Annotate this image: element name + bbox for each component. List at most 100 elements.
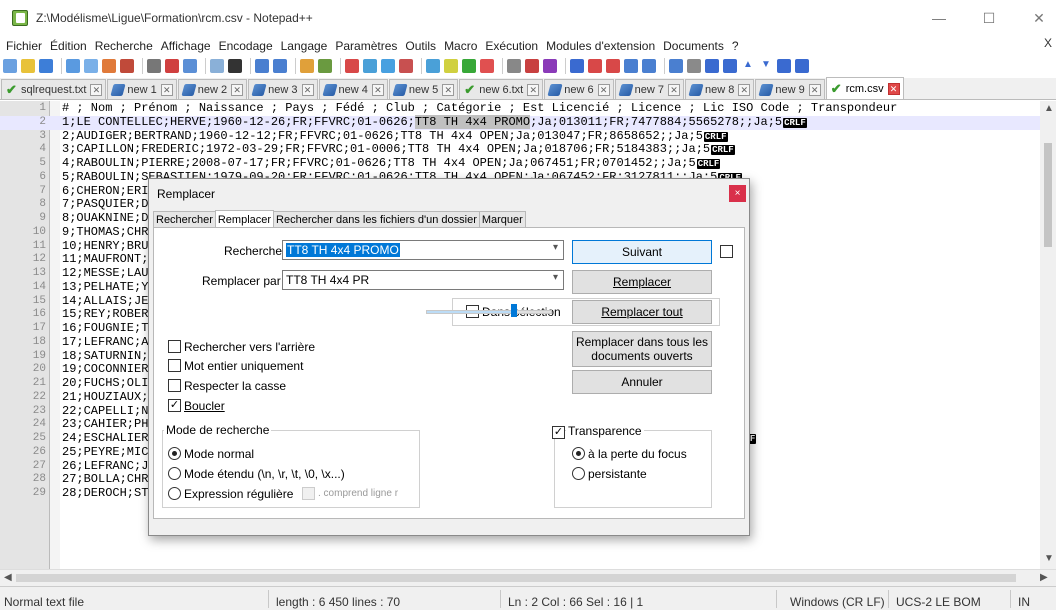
minimize-button[interactable]: — (916, 0, 962, 36)
tab-new-9[interactable]: new 9 ✕ (755, 79, 825, 99)
show-all-chars-icon[interactable] (399, 59, 413, 73)
dot-matches-newline-checkbox[interactable] (302, 487, 315, 500)
print-icon[interactable] (120, 59, 134, 73)
folder-workspace-icon[interactable] (507, 59, 521, 73)
tab-new-7[interactable]: new 7 ✕ (614, 79, 684, 99)
menu-[interactable]: ? (728, 39, 743, 53)
tab-new-5[interactable]: new 5 ✕ (388, 79, 459, 99)
menu-recherche[interactable]: Recherche (91, 39, 157, 53)
plugin-f-icon[interactable] (795, 59, 809, 73)
udl-icon[interactable] (444, 59, 458, 73)
close-window-button[interactable]: ✕ (1016, 0, 1056, 36)
undo-icon[interactable] (210, 59, 224, 73)
record-macro-icon[interactable] (543, 59, 557, 73)
find-icon[interactable] (255, 59, 269, 73)
dialog-tab-find[interactable]: Rechercher (153, 211, 216, 228)
menu-paramètres[interactable]: Paramètres (331, 39, 401, 53)
horizontal-scrollbar-thumb[interactable] (16, 574, 1016, 582)
tab-new-1[interactable]: new 1 ✕ (107, 79, 177, 99)
menu-langage[interactable]: Langage (277, 39, 332, 53)
dialog-tab-mark[interactable]: Marquer (478, 211, 526, 228)
tab-new-2[interactable]: new 2 ✕ (177, 79, 248, 99)
find-next-option-checkbox[interactable] (720, 245, 733, 258)
menu-édition[interactable]: Édition (46, 39, 91, 53)
zoom-out-icon[interactable] (318, 59, 332, 73)
cancel-button[interactable]: Annuler (572, 370, 712, 394)
status-encoding[interactable]: UCS-2 LE BOM (896, 595, 981, 609)
stop-macro-icon[interactable] (570, 59, 584, 73)
tab-close-icon[interactable]: ✕ (738, 83, 751, 96)
tab-close-icon[interactable]: ✕ (597, 83, 610, 96)
plugin-b-icon[interactable] (687, 59, 701, 73)
dialog-tab-replace[interactable]: Remplacer (214, 210, 275, 228)
dialog-close-button[interactable]: × (729, 185, 746, 202)
tab-rcm-csv[interactable]: ✔ rcm.csv ✕ (825, 77, 904, 99)
replace-button[interactable]: Remplacer (572, 270, 712, 294)
dialog-tab-find-in-files[interactable]: Rechercher dans les fichiers d'un dossie… (273, 211, 480, 228)
tab-close-icon[interactable]: ✕ (160, 83, 173, 96)
tab-close-icon[interactable]: ✕ (90, 83, 103, 96)
scroll-down-icon[interactable]: ▼ (1044, 553, 1054, 564)
tab-close-icon[interactable]: ✕ (301, 83, 314, 96)
horizontal-scrollbar[interactable]: ◀ ▶ (0, 569, 1056, 586)
down-arrow-icon[interactable]: ▼ (759, 59, 773, 73)
close-document-icon[interactable]: X (1044, 36, 1052, 50)
tab-close-icon[interactable]: ✕ (527, 83, 540, 96)
tab-close-icon[interactable]: ✕ (808, 83, 821, 96)
play-macro-icon[interactable] (588, 59, 602, 73)
tab-close-icon[interactable]: ✕ (667, 83, 680, 96)
indent-guide-icon[interactable] (426, 59, 440, 73)
replace-icon[interactable] (273, 59, 287, 73)
find-next-button[interactable]: Suivant (572, 240, 712, 264)
replace-combo[interactable]: TT8 TH 4x4 PR ▾ (282, 270, 564, 290)
plugin-d-icon[interactable] (723, 59, 737, 73)
paste-icon[interactable] (183, 59, 197, 73)
vertical-scrollbar[interactable]: ▲ ▼ (1040, 101, 1056, 569)
tab-new-8[interactable]: new 8 ✕ (684, 79, 755, 99)
tab-new-3[interactable]: new 3 ✕ (248, 79, 318, 99)
maximize-button[interactable]: ☐ (966, 0, 1012, 36)
new-file-icon[interactable] (3, 59, 17, 73)
chevron-down-icon[interactable]: ▾ (553, 272, 558, 283)
close-all-icon[interactable] (102, 59, 116, 73)
backward-checkbox[interactable] (168, 340, 181, 353)
redo-icon[interactable] (228, 59, 242, 73)
chevron-down-icon[interactable]: ▾ (553, 242, 558, 253)
find-combo[interactable]: TT8 TH 4x4 PROMO ▾ (282, 240, 564, 260)
menu-modules-d-extension[interactable]: Modules d'extension (542, 39, 659, 53)
copy-icon[interactable] (165, 59, 179, 73)
mode-normal-radio[interactable] (168, 447, 181, 460)
scroll-up-icon[interactable]: ▲ (1044, 103, 1054, 114)
scroll-right-icon[interactable]: ▶ (1040, 572, 1048, 583)
zoom-in-icon[interactable] (300, 59, 314, 73)
vertical-scrollbar-thumb[interactable] (1044, 143, 1052, 247)
tab-close-icon[interactable]: ✕ (371, 83, 384, 96)
whole-word-checkbox[interactable] (168, 359, 181, 372)
tab-close-icon[interactable]: ✕ (442, 83, 455, 96)
word-wrap-icon[interactable] (381, 59, 395, 73)
plugin-c-icon[interactable] (705, 59, 719, 73)
cut-icon[interactable] (147, 59, 161, 73)
tab-sqlrequest-txt[interactable]: ✔ sqlrequest.txt ✕ (1, 79, 107, 99)
transparency-focus-radio[interactable] (572, 447, 585, 460)
sync-vertical-icon[interactable] (345, 59, 359, 73)
up-arrow-icon[interactable]: ▲ (741, 59, 755, 73)
save-all-icon[interactable] (66, 59, 80, 73)
tab-new-6-txt[interactable]: ✔ new 6.txt ✕ (459, 79, 544, 99)
monitor-icon[interactable] (525, 59, 539, 73)
replace-all-docs-button[interactable]: Remplacer dans tous les documents ouvert… (572, 331, 712, 367)
transparency-checkbox[interactable]: ✓ (552, 426, 565, 439)
plugin-e-icon[interactable] (777, 59, 791, 73)
mode-extended-radio[interactable] (168, 467, 181, 480)
transparency-slider[interactable] (426, 310, 552, 314)
transparency-persistent-radio[interactable] (572, 467, 585, 480)
menu-fichier[interactable]: Fichier (2, 39, 46, 53)
sync-horizontal-icon[interactable] (363, 59, 377, 73)
spell-check-icon[interactable] (642, 59, 656, 73)
menu-outils[interactable]: Outils (401, 39, 440, 53)
menu-macro[interactable]: Macro (440, 39, 481, 53)
status-eol[interactable]: Windows (CR LF) (790, 595, 885, 609)
close-icon[interactable] (84, 59, 98, 73)
menu-encodage[interactable]: Encodage (215, 39, 277, 53)
mode-regex-radio[interactable] (168, 487, 181, 500)
